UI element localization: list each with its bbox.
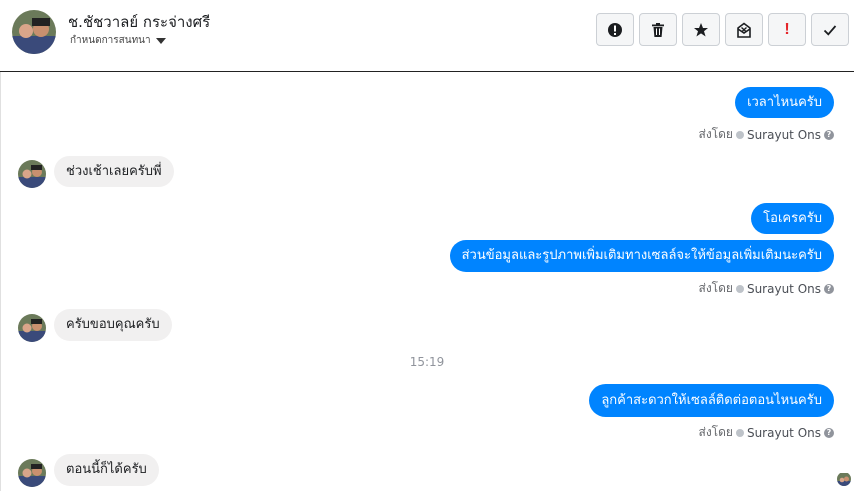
sent-by-label: ส่งโดย Surayut Ons ? xyxy=(699,279,834,298)
mark-done-button[interactable] xyxy=(811,13,849,46)
avatar[interactable] xyxy=(18,160,46,188)
star-icon xyxy=(694,22,708,36)
conversation-toolbar: ! xyxy=(596,13,849,46)
conversation-header: ช.ชัชวาลย์ กระจ่างศรี กำหนดการสนทนา ! xyxy=(0,0,854,72)
message-text: ลูกค้าสะดวกให้เซลล์ติดต่อตอนไหนครับ xyxy=(601,392,822,408)
outgoing-message[interactable]: โอเครครับ xyxy=(751,203,834,234)
conversation-schedule-label: กำหนดการสนทนา xyxy=(70,35,151,46)
incoming-message[interactable]: ครับขอบคุณครับ xyxy=(54,309,172,341)
help-icon[interactable]: ? xyxy=(824,427,834,438)
incoming-message[interactable]: ตอนนี้ก็ได้ครับ xyxy=(54,454,159,486)
verified-icon xyxy=(735,428,744,437)
exclamation-mark-icon: ! xyxy=(784,20,790,38)
message-text: ตอนนี้ก็ได้ครับ xyxy=(66,462,147,477)
contact-name: ช.ชัชวาลย์ กระจ่างศรี xyxy=(68,13,211,31)
report-button[interactable] xyxy=(596,13,634,46)
message-text: โอเครครับ xyxy=(763,210,822,226)
caret-down-icon xyxy=(155,37,166,44)
message-text: ส่วนข้อมูลและรูปภาพเพิ่มเติมทางเซลล์จะให… xyxy=(461,248,822,263)
sender-name[interactable]: Surayut Ons xyxy=(747,282,821,296)
verified-icon xyxy=(735,130,744,139)
seen-avatar xyxy=(837,472,851,486)
sender-name[interactable]: Surayut Ons xyxy=(747,426,821,440)
sent-by-label: ส่งโดย Surayut Ons ? xyxy=(699,125,834,144)
exclamation-circle-icon xyxy=(608,22,622,37)
contact-avatar[interactable] xyxy=(12,10,56,54)
mail-archive-icon xyxy=(737,22,751,38)
sent-by-label: ส่งโดย Surayut Ons ? xyxy=(699,423,834,442)
delete-button[interactable] xyxy=(639,13,677,46)
timestamp: 15:19 xyxy=(409,355,445,369)
outgoing-message[interactable]: ส่วนข้อมูลและรูปภาพเพิ่มเติมทางเซลล์จะให… xyxy=(449,240,834,272)
mark-important-button[interactable]: ! xyxy=(768,13,806,46)
help-icon[interactable]: ? xyxy=(824,283,834,294)
avatar[interactable] xyxy=(18,459,46,487)
archive-button[interactable] xyxy=(725,13,763,46)
verified-icon xyxy=(735,284,744,293)
star-button[interactable] xyxy=(682,13,720,46)
conversation-schedule-dropdown[interactable]: กำหนดการสนทนา xyxy=(70,33,166,48)
incoming-message[interactable]: ช่วงเช้าเลยครับพี่ xyxy=(54,156,174,187)
outgoing-message[interactable]: เวลาไหนครับ xyxy=(735,87,834,118)
sender-name[interactable]: Surayut Ons xyxy=(747,128,821,142)
message-text: ครับขอบคุณครับ xyxy=(66,317,160,332)
divider xyxy=(0,72,1,491)
message-text: เวลาไหนครับ xyxy=(747,94,822,110)
message-text: ช่วงเช้าเลยครับพี่ xyxy=(66,163,162,179)
trash-icon xyxy=(652,22,664,37)
checkmark-icon xyxy=(823,24,837,36)
help-icon[interactable]: ? xyxy=(824,129,834,140)
outgoing-message[interactable]: ลูกค้าสะดวกให้เซลล์ติดต่อตอนไหนครับ xyxy=(589,384,834,417)
avatar[interactable] xyxy=(18,314,46,342)
